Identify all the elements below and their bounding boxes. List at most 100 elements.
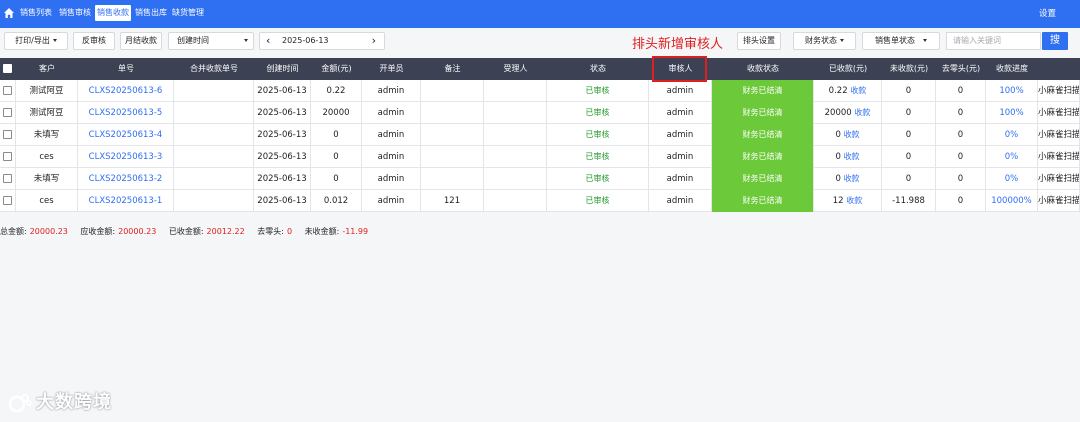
cell-created: 2025-06-13 [254, 146, 311, 168]
col-rounding[interactable]: 去零头(元) [936, 58, 986, 80]
cell-unpaid: 0 [882, 124, 936, 146]
tab-sales-outbound[interactable]: 销售出库 [135, 5, 167, 21]
cell-received: 12 收款 [814, 190, 882, 212]
cell-amount: 20000 [311, 102, 362, 124]
col-progress[interactable]: 收款进度 [986, 58, 1038, 80]
cell-progress[interactable]: 0% [986, 168, 1038, 190]
cell-progress[interactable]: 100% [986, 102, 1038, 124]
received-amount: 0 [835, 152, 841, 162]
cell-created: 2025-06-13 [254, 190, 311, 212]
table-row[interactable]: 测试阿豆 CLXS20250613-5 2025-06-13 20000 admin 已审… [0, 102, 1080, 124]
cell-order-no[interactable]: CLXS20250613-2 [78, 168, 174, 190]
cell-status: 已审核 [547, 124, 649, 146]
order-status-label: 销售单状态 [875, 36, 915, 45]
col-order-no[interactable]: 单号 [78, 58, 174, 80]
col-created[interactable]: 创建时间 [254, 58, 311, 80]
receive-link[interactable]: 收款 [844, 152, 860, 161]
monthly-receipt-button[interactable]: 月结收款 [120, 32, 162, 50]
col-customer[interactable]: 客户 [16, 58, 78, 80]
cell-handler [484, 124, 547, 146]
col-handler[interactable]: 受理人 [484, 58, 547, 80]
receive-link[interactable]: 收款 [844, 174, 860, 183]
date-field-select[interactable]: 创建时间 [168, 32, 254, 50]
receive-link[interactable]: 收款 [854, 108, 870, 117]
cell-progress[interactable]: 0% [986, 124, 1038, 146]
receive-link[interactable]: 收款 [844, 130, 860, 139]
cell-unpaid: 0 [882, 146, 936, 168]
col-merge-no[interactable]: 合并收款单号 [174, 58, 254, 80]
cell-pay-status: 财务已结清 [712, 146, 814, 168]
tab-stockout[interactable]: 缺货管理 [172, 5, 204, 21]
cell-select [0, 102, 16, 124]
rounding-label: 去零头: [257, 227, 284, 236]
cell-note [421, 80, 484, 102]
home-icon[interactable] [3, 7, 15, 19]
col-note[interactable]: 备注 [421, 58, 484, 80]
col-status[interactable]: 状态 [547, 58, 649, 80]
col-extra[interactable] [1038, 58, 1080, 80]
tab-sales-list[interactable]: 销售列表 [20, 5, 52, 21]
cell-rounding: 0 [936, 146, 986, 168]
col-pay-status[interactable]: 收款状态 [712, 58, 814, 80]
cell-pay-status: 财务已结清 [712, 124, 814, 146]
total-label: 总金额: [0, 227, 27, 236]
date-picker[interactable]: ‹ 2025-06-13 › [259, 32, 385, 50]
finance-status-select[interactable]: 财务状态 [793, 32, 856, 50]
cell-progress[interactable]: 0% [986, 146, 1038, 168]
cell-auditor: admin [649, 146, 712, 168]
select-all-checkbox[interactable] [3, 64, 12, 73]
cell-created: 2025-06-13 [254, 80, 311, 102]
table-row[interactable]: ces CLXS20250613-3 2025-06-13 0 admin 已审核 admi… [0, 146, 1080, 168]
tab-sales-receipt[interactable]: 销售收款 [95, 5, 131, 21]
cell-order-no[interactable]: CLXS20250613-6 [78, 80, 174, 102]
table-row[interactable]: 未填写 CLXS20250613-2 2025-06-13 0 admin 已审核 admi… [0, 168, 1080, 190]
cell-select [0, 190, 16, 212]
cell-rounding: 0 [936, 80, 986, 102]
cell-auditor: admin [649, 190, 712, 212]
table-row[interactable]: 未填写 CLXS20250613-4 2025-06-13 0 admin 已审核 admi… [0, 124, 1080, 146]
cell-order-no[interactable]: CLXS20250613-1 [78, 190, 174, 212]
search-input[interactable]: 请输入关键词 [946, 32, 1041, 50]
col-amount[interactable]: 金额(元) [311, 58, 362, 80]
cell-unpaid: 0 [882, 102, 936, 124]
order-status-select[interactable]: 销售单状态 [862, 32, 940, 50]
prev-day-button[interactable]: ‹ [266, 33, 270, 49]
cell-rounding: 0 [936, 168, 986, 190]
chevron-down-icon [840, 39, 844, 42]
cell-note: 121 [421, 190, 484, 212]
cell-pay-status: 财务已结清 [712, 168, 814, 190]
received-amount: 0 [835, 130, 841, 140]
cell-select [0, 124, 16, 146]
cell-note [421, 168, 484, 190]
cell-note [421, 102, 484, 124]
header-settings-button[interactable]: 排头设置 [737, 32, 781, 50]
print-export-button[interactable]: 打印/导出 [4, 32, 68, 50]
settings-link[interactable]: 设置 [1039, 7, 1056, 19]
table-row[interactable]: 测试阿豆 CLXS20250613-6 2025-06-13 0.22 admin 已审核… [0, 80, 1080, 102]
cell-progress[interactable]: 100% [986, 80, 1038, 102]
cell-customer: 未填写 [16, 168, 78, 190]
receive-link[interactable]: 收款 [850, 86, 866, 95]
cell-order-no[interactable]: CLXS20250613-4 [78, 124, 174, 146]
cell-auditor: admin [649, 102, 712, 124]
cell-status: 已审核 [547, 80, 649, 102]
cell-order-no[interactable]: CLXS20250613-3 [78, 146, 174, 168]
watermark-text: 大数跨境 [36, 392, 112, 413]
next-day-button[interactable]: › [372, 33, 376, 49]
tab-sales-audit[interactable]: 销售审核 [59, 5, 91, 21]
receive-link[interactable]: 收款 [846, 196, 862, 205]
col-opener[interactable]: 开单员 [362, 58, 421, 80]
cell-customer: 测试阿豆 [16, 102, 78, 124]
col-unpaid[interactable]: 未收款(元) [882, 58, 936, 80]
cell-extra: 小麻雀扫描 [1038, 124, 1080, 146]
cell-order-no[interactable]: CLXS20250613-5 [78, 102, 174, 124]
cell-merge-no [174, 124, 254, 146]
cell-progress[interactable]: 100000% [986, 190, 1038, 212]
search-button[interactable]: 搜 [1042, 32, 1068, 50]
col-received[interactable]: 已收款(元) [814, 58, 882, 80]
unaudit-button[interactable]: 反审核 [73, 32, 115, 50]
cell-select [0, 80, 16, 102]
cell-status: 已审核 [547, 146, 649, 168]
cell-status: 已审核 [547, 102, 649, 124]
table-row[interactable]: ces CLXS20250613-1 2025-06-13 0.012 admin 121… [0, 190, 1080, 212]
